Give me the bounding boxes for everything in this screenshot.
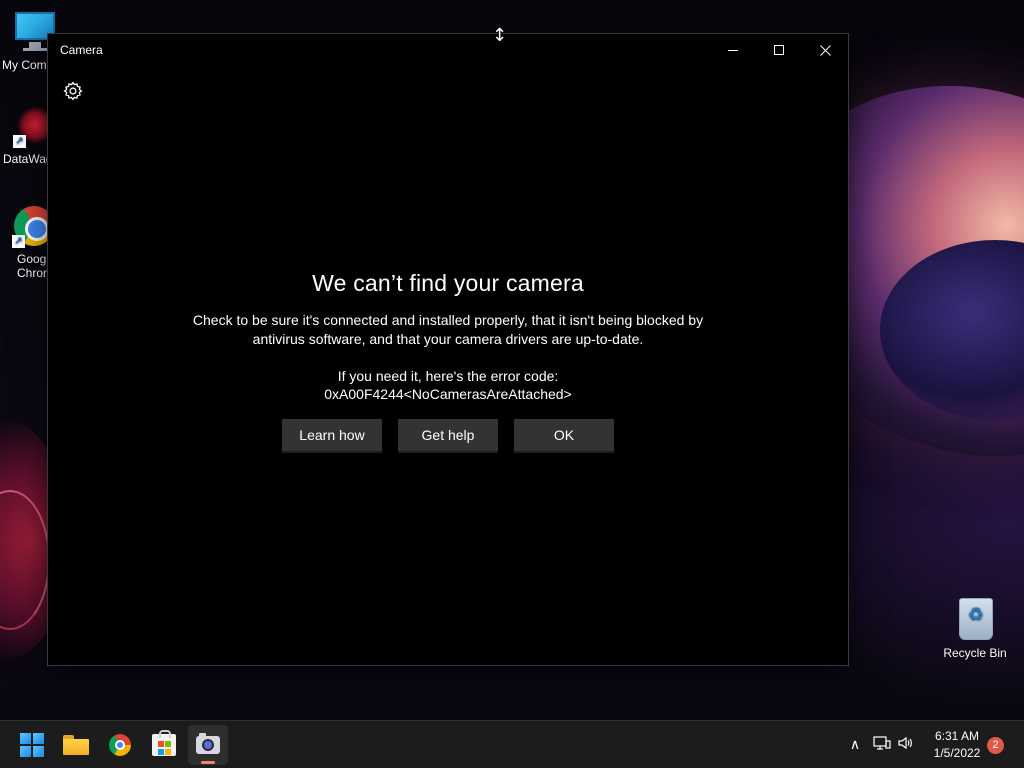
active-app-indicator bbox=[201, 761, 215, 764]
volume-icon[interactable] bbox=[896, 735, 916, 755]
get-help-button[interactable]: Get help bbox=[398, 419, 498, 451]
start-button[interactable] bbox=[12, 725, 52, 765]
error-panel: We can’t find your camera Check to be su… bbox=[48, 270, 848, 451]
start-icon bbox=[20, 733, 44, 757]
window-title: Camera bbox=[60, 43, 103, 57]
minimize-icon bbox=[728, 49, 738, 51]
error-actions: Learn how Get help OK bbox=[48, 419, 848, 451]
clock[interactable]: 6:31 AM 1/5/2022 bbox=[926, 728, 988, 762]
maximize-button[interactable] bbox=[756, 34, 802, 66]
recycle-bin-icon bbox=[953, 598, 997, 642]
close-button[interactable] bbox=[802, 34, 848, 66]
camera-window: Camera We can’t find your camera Check t… bbox=[47, 33, 849, 666]
desktop-icon-recycle-bin[interactable]: Recycle Bin bbox=[940, 598, 1010, 660]
taskbar-file-explorer[interactable] bbox=[56, 725, 96, 765]
close-icon bbox=[819, 44, 831, 56]
taskbar: ∧ 6:31 AM 1/5/2022 2 bbox=[0, 720, 1024, 768]
minimize-button[interactable] bbox=[710, 34, 756, 66]
clock-date: 1/5/2022 bbox=[933, 746, 981, 760]
taskbar-microsoft-store[interactable] bbox=[144, 725, 184, 765]
maximize-icon bbox=[774, 45, 784, 55]
shortcut-arrow-icon: ↗ bbox=[13, 135, 26, 148]
settings-button[interactable] bbox=[62, 80, 84, 102]
clock-time: 6:31 AM bbox=[934, 729, 980, 743]
title-bar[interactable]: Camera bbox=[48, 34, 848, 66]
error-title: We can’t find your camera bbox=[312, 270, 584, 296]
shortcut-arrow-icon: ↗ bbox=[12, 235, 25, 248]
learn-how-button[interactable]: Learn how bbox=[282, 419, 382, 451]
resize-cursor-icon: ↕ bbox=[492, 25, 508, 46]
taskbar-camera[interactable] bbox=[188, 725, 228, 765]
taskbar-chrome[interactable] bbox=[100, 725, 140, 765]
microsoft-store-icon bbox=[152, 730, 176, 756]
notification-badge[interactable]: 2 bbox=[987, 737, 1004, 754]
show-hidden-icons-chevron-icon[interactable]: ∧ bbox=[845, 735, 865, 755]
error-code-label: If you need it, here's the error code: bbox=[337, 368, 559, 384]
file-explorer-icon bbox=[63, 735, 89, 755]
ok-button[interactable]: OK bbox=[514, 419, 614, 451]
error-code: 0xA00F4244<NoCamerasAreAttached> bbox=[324, 386, 572, 402]
gear-icon bbox=[63, 81, 83, 101]
network-icon[interactable] bbox=[872, 735, 892, 755]
chrome-icon bbox=[109, 734, 131, 756]
error-description: Check to be sure it's connected and inst… bbox=[192, 312, 704, 347]
desktop-icon-label: Recycle Bin bbox=[943, 646, 1007, 660]
camera-app-icon bbox=[196, 733, 220, 754]
